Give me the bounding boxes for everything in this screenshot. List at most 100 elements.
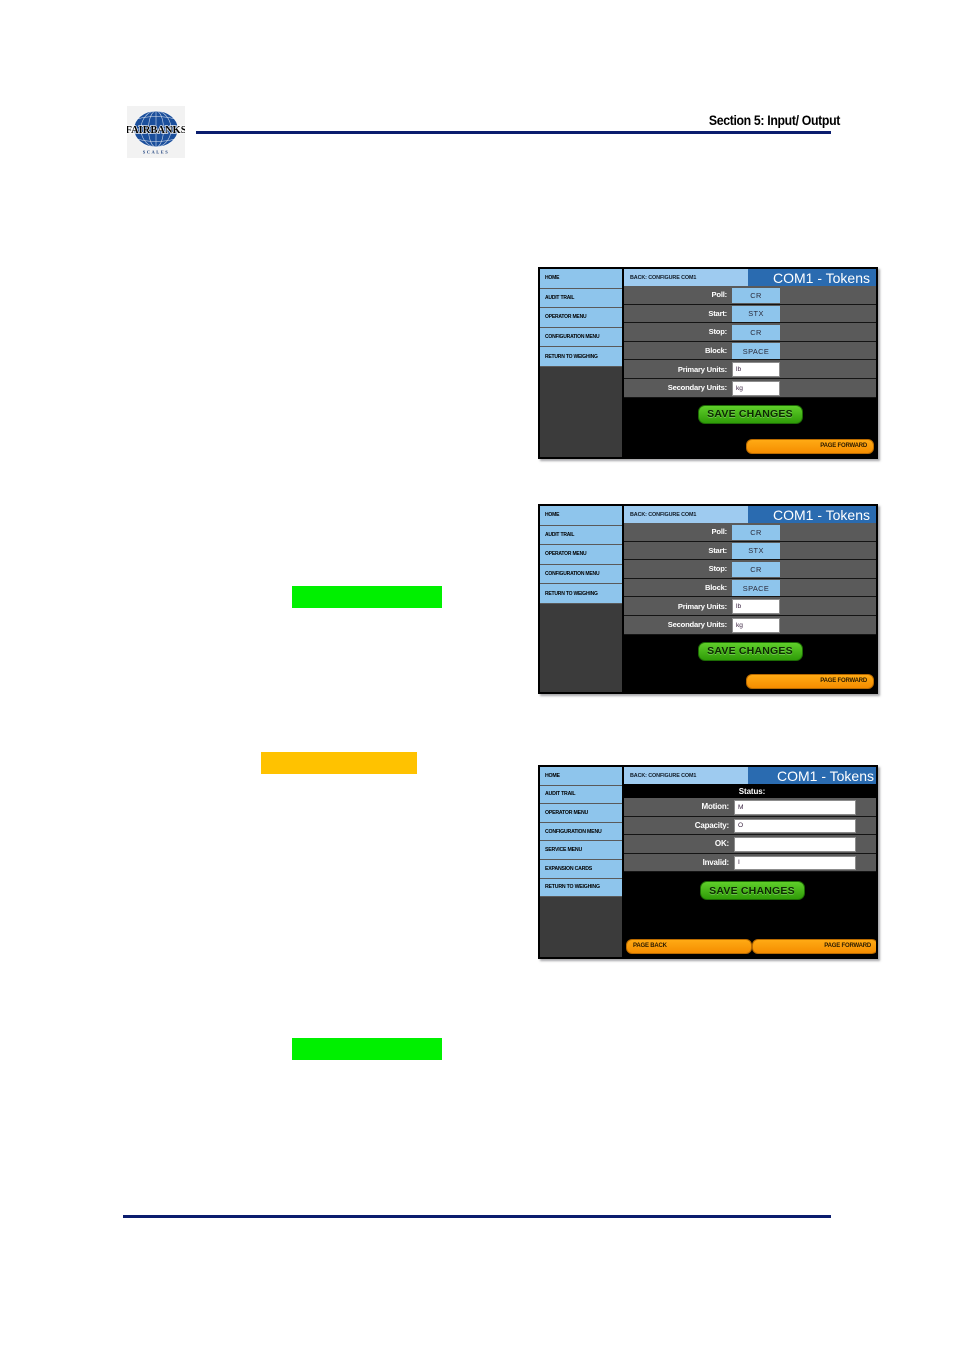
sidebar-item-label: CONFIGURATION MENU [545,571,600,578]
field-label-block-: Block: [704,583,727,593]
field-row-filler [856,798,876,816]
field-token-value[interactable]: SPACE [732,343,780,359]
field-token-value[interactable]: SPACE [732,580,780,596]
field-row: Block: SPACE [624,341,876,361]
field-row: Secondary Units: kg [624,378,876,398]
field-text-input[interactable]: lb [732,362,780,377]
sidebar-item-return-to-weighing[interactable]: RETURN TO WEIGHING [540,878,622,898]
sidebar-item-expansion-cards[interactable]: EXPANSION CARDS [540,859,622,879]
sidebar-item-service-menu[interactable]: SERVICE MENU [540,841,622,860]
sidebar-item-label: OPERATOR MENU [545,809,589,816]
back-configure-com1-button[interactable]: BACK: CONFIGURE COM1 [624,269,748,286]
field-row-filler [780,304,876,323]
field-label-ok-: OK: [714,839,729,849]
field-token-value[interactable]: CR [732,524,780,541]
back-configure-com1-button[interactable]: BACK: CONFIGURE COM1 [624,767,748,784]
field-label-stop-: Stop: [708,564,728,574]
panel-title: COM1 - Tokens [748,269,876,286]
field-row-filler [780,360,876,378]
field-text-input[interactable]: I [734,855,856,870]
sidebar-filler [540,603,622,692]
sidebar-item-label: RETURN TO WEIGHING [545,353,598,360]
logo-brand-text: FAIRBANKS [127,125,185,136]
sidebar-item-label: SERVICE MENU [545,847,582,854]
sidebar-item-return-to-weighing[interactable]: RETURN TO WEIGHING [540,584,622,604]
field-row-filler [856,835,876,853]
logo-sub-text: SCALES [143,150,170,155]
field-row-filler [780,286,876,304]
field-token-value[interactable]: CR [732,324,780,341]
field-row: Block: SPACE [624,578,876,598]
field-row: Start: STX [624,541,876,561]
field-row: Primary Units: lb [624,597,876,616]
panel-main: BACK: CONFIGURE COM1 COM1 - Tokens Poll: CR… [624,269,876,457]
sidebar-item-label: AUDIT TRAIL [545,294,575,301]
sidebar-item-home[interactable]: HOME [540,506,622,526]
field-row: Start: STX [624,304,876,324]
field-label-secondary-units-: Secondary Units: [667,383,727,393]
field-row: Invalid: I [624,853,876,872]
sidebar-item-audit-trail[interactable]: AUDIT TRAIL [540,525,622,546]
sidebar-item-home[interactable]: HOME [540,767,622,786]
sidebar-item-label: RETURN TO WEIGHING [545,590,598,597]
back-configure-com1-button[interactable]: BACK: CONFIGURE COM1 [624,506,748,523]
field-text-input[interactable] [734,837,856,852]
field-row-filler [780,578,876,597]
field-text-input[interactable]: kg [732,380,780,396]
panel-com1-tokens-a: HOME AUDIT TRAIL OPERATOR MENU CONFIGURATIO… [538,267,878,459]
field-row-filler [780,378,876,397]
field-row: Stop: CR [624,560,876,579]
save-changes-button[interactable]: SAVE CHANGES [697,641,803,661]
field-text-input[interactable]: kg [732,617,780,633]
panel-com1-tokens-b: HOME AUDIT TRAIL OPERATOR MENU CONFIGURATIO… [538,504,878,694]
panel-title: COM1 - Tokens [748,767,876,784]
panel-sidebar: HOME AUDIT TRAIL OPERATOR MENU CONFIGURATIO… [540,506,624,692]
sidebar-item-home[interactable]: HOME [540,269,622,289]
save-changes-button[interactable]: SAVE CHANGES [699,881,805,900]
sidebar-item-configuration-menu[interactable]: CONFIGURATION MENU [540,327,622,348]
save-changes-button[interactable]: SAVE CHANGES [697,404,803,424]
field-text-input[interactable]: lb [732,599,780,614]
field-row-filler [780,615,876,634]
page-forward-button[interactable]: PAGE FORWARD [752,938,876,954]
save-area: SAVE CHANGES [624,634,876,672]
sidebar-item-return-to-weighing[interactable]: RETURN TO WEIGHING [540,347,622,367]
panel-main: BACK: CONFIGURE COM1 COM1 - Tokens Status:… [624,767,876,957]
field-token-value[interactable]: CR [732,287,780,304]
sidebar-item-label: CONFIGURATION MENU [545,334,600,341]
field-text-input[interactable]: O [734,818,856,833]
page-forward-button[interactable]: PAGE FORWARD [746,673,874,689]
sidebar-item-configuration-menu[interactable]: CONFIGURATION MENU [540,564,622,585]
page-forward-button[interactable]: PAGE FORWARD [746,438,874,454]
field-text-input[interactable]: M [734,800,856,815]
sidebar-item-operator-menu[interactable]: OPERATOR MENU [540,545,622,565]
page-header [0,0,954,70]
save-area: SAVE CHANGES [624,872,876,937]
field-row: Primary Units: lb [624,360,876,379]
sidebar-filler [540,366,622,457]
field-row-filler [780,323,876,341]
panel-topbar: BACK: CONFIGURE COM1 COM1 - Tokens [624,506,876,523]
footer-divider-rule [123,1215,831,1218]
field-row: Stop: CR [624,323,876,342]
panel-pager: PAGE FORWARD [624,437,876,457]
field-token-value[interactable]: CR [732,561,780,578]
field-label-primary-units-: Primary Units: [677,601,727,611]
sidebar-item-configuration-menu[interactable]: CONFIGURATION MENU [540,822,622,842]
field-token-value[interactable]: STX [732,543,780,559]
sidebar-item-audit-trail[interactable]: AUDIT TRAIL [540,288,622,309]
sidebar-item-label: HOME [545,275,560,282]
sidebar-item-audit-trail[interactable]: AUDIT TRAIL [540,785,622,805]
sidebar-item-operator-menu[interactable]: OPERATOR MENU [540,804,622,823]
field-row-filler [780,560,876,578]
field-row-filler [856,816,876,834]
panel-sidebar: HOME AUDIT TRAIL OPERATOR MENU CONFIGURATIO… [540,767,624,957]
panel-pager: PAGE FORWARD [624,672,876,692]
panel-topbar: BACK: CONFIGURE COM1 COM1 - Tokens [624,269,876,286]
panel-pager: PAGE BACK PAGE FORWARD [624,937,876,957]
field-label-block-: Block: [704,346,727,356]
page-back-button[interactable]: PAGE BACK [626,938,752,954]
sidebar-item-operator-menu[interactable]: OPERATOR MENU [540,308,622,328]
field-token-value[interactable]: STX [732,306,780,322]
field-label-primary-units-: Primary Units: [677,364,727,374]
